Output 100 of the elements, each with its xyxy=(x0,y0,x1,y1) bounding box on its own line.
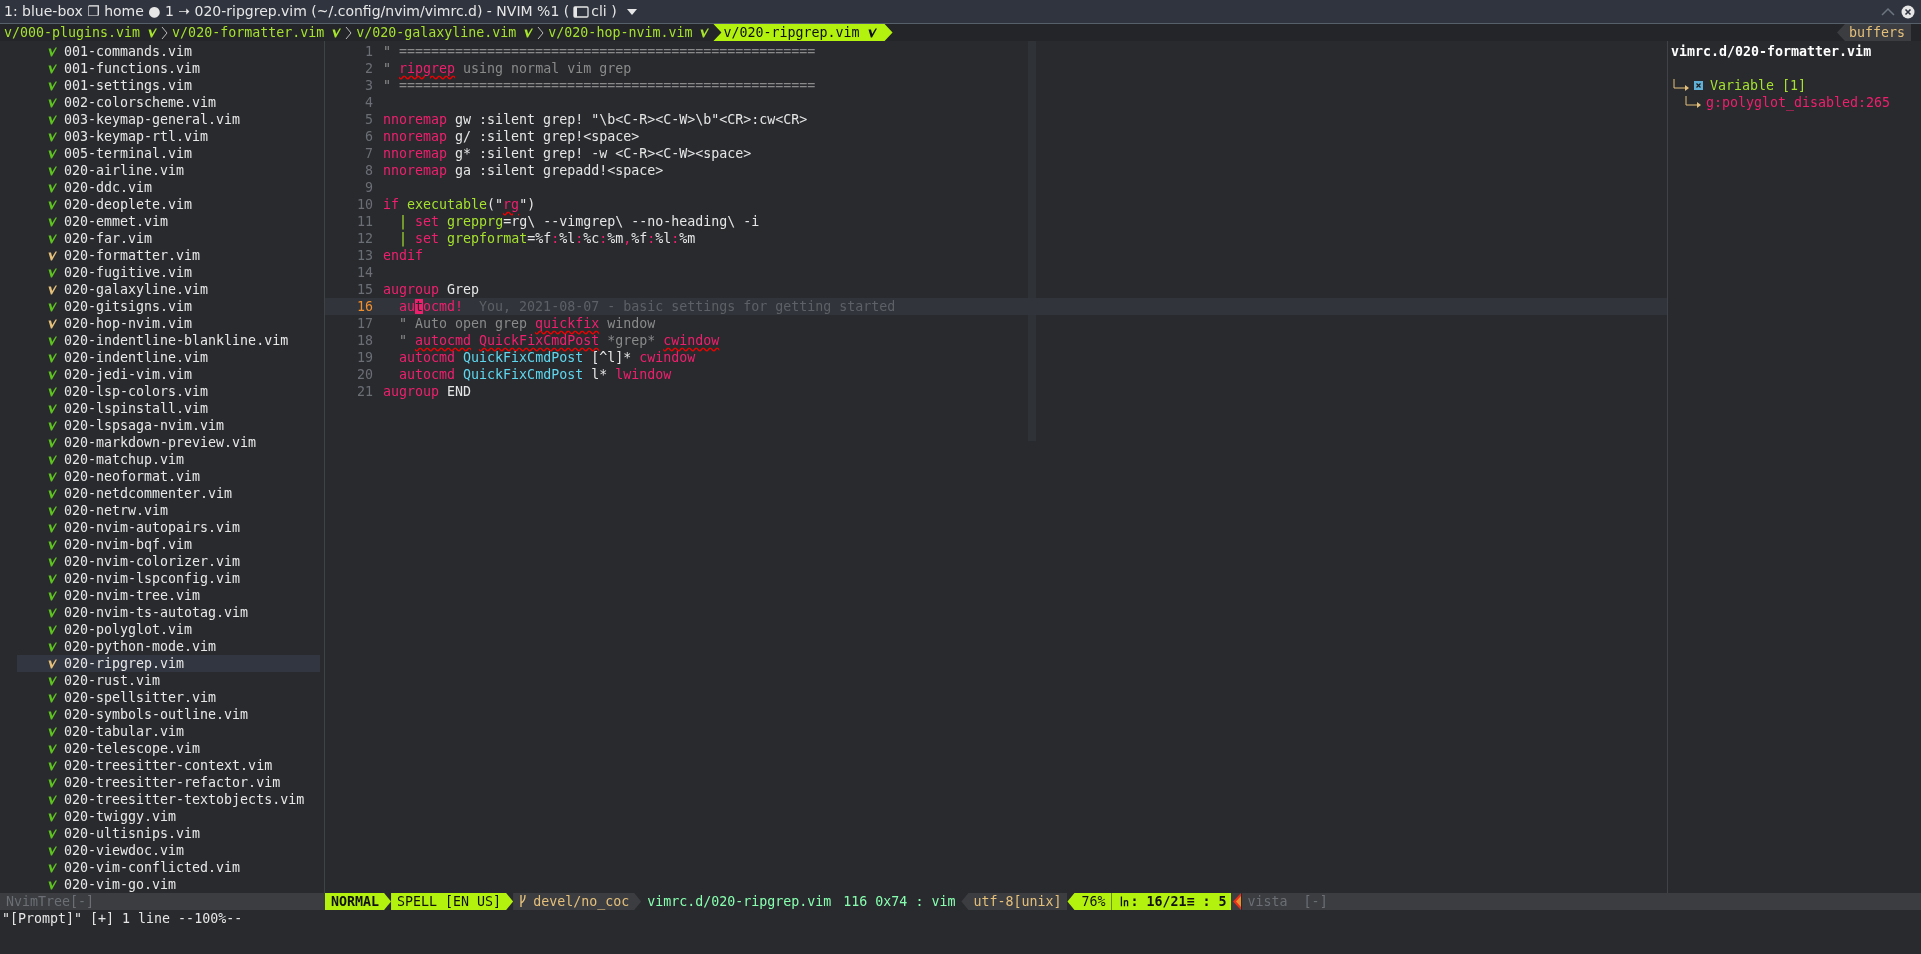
line-number: 19 xyxy=(356,349,374,366)
file-tree-item[interactable]: 020-rust.vim xyxy=(0,672,324,689)
file-tree-item[interactable]: 020-airline.vim xyxy=(0,162,324,179)
file-tree-item[interactable]: 020-polyglot.vim xyxy=(0,621,324,638)
file-tree-item[interactable]: 020-ripgrep.vim xyxy=(17,655,320,672)
file-tree-item[interactable]: 020-symbols-outline.vim xyxy=(0,706,324,723)
file-tree-item[interactable]: 020-ultisnips.vim xyxy=(0,825,324,842)
buffer-tab[interactable]: v/020-ripgrep.vim xyxy=(713,24,893,41)
file-tree-item[interactable]: 020-deoplete.vim xyxy=(0,196,324,213)
buffer-tab[interactable]: v/020-hop-nvim.vim xyxy=(544,24,714,41)
code-line: | set grepformat=%f:%l:%c:%m,%f:%l:%m xyxy=(398,231,696,246)
mode-indicator: NORMAL xyxy=(325,893,392,910)
code-line: autocmd QuickFixCmdPost [^l]* cwindow xyxy=(398,350,696,365)
file-tree-item[interactable]: 020-lspsaga-nvim.vim xyxy=(0,417,324,434)
line-number: 9 xyxy=(364,179,374,196)
file-tree-item[interactable]: 020-twiggy.vim xyxy=(0,808,324,825)
line-number: 20 xyxy=(356,366,374,383)
file-tree-item[interactable]: 020-nvim-ts-autotag.vim xyxy=(0,604,324,621)
file-info: 116 0x74 : vim xyxy=(842,893,957,910)
file-tree-item[interactable]: 020-lspinstall.vim xyxy=(0,400,324,417)
file-tree-item[interactable]: 020-fugitive.vim xyxy=(0,264,324,281)
buffers-label: buffers xyxy=(1836,24,1911,41)
separator-icon xyxy=(161,25,169,40)
file-tree-item[interactable]: 020-vim-go.vim xyxy=(0,876,324,893)
code-line: " autocmd QuickFixCmdPost *grep* cwindow xyxy=(398,333,720,348)
close-icon xyxy=(1901,4,1915,19)
chevron-up-icon xyxy=(1881,7,1895,16)
check-icon xyxy=(700,28,710,38)
spell-indicator: SPELL [EN US] xyxy=(391,893,514,910)
file-tree-item[interactable]: 020-tabular.vim xyxy=(0,723,324,740)
buffer-tab[interactable]: v/020-galaxyline.vim xyxy=(352,24,538,41)
file-tree-item[interactable]: 020-hop-nvim.vim xyxy=(0,315,324,332)
file-encoding: utf-8[unix] xyxy=(961,893,1068,910)
file-tree-item[interactable]: 020-nvim-lspconfig.vim xyxy=(0,570,324,587)
line-number: 13 xyxy=(356,247,374,264)
tree-connector-icon xyxy=(1671,78,1691,93)
file-tree-item[interactable]: 020-ddc.vim xyxy=(0,179,324,196)
check-icon xyxy=(148,28,158,38)
file-tree-item[interactable]: 020-treesitter-context.vim xyxy=(0,757,324,774)
outline-group[interactable]: Variable [1] xyxy=(1710,77,1807,94)
file-tree-item[interactable]: 020-vim-conflicted.vim xyxy=(0,859,324,876)
tree-connector-icon xyxy=(1683,95,1703,110)
file-tree-item[interactable]: 020-jedi-vim.vim xyxy=(0,366,324,383)
code-line: if executable("rg") xyxy=(383,197,536,212)
line-number: 6 xyxy=(364,128,374,145)
file-tree-item[interactable]: 001-commands.vim xyxy=(0,43,324,60)
file-tree-item[interactable]: 020-telescope.vim xyxy=(0,740,324,757)
window-icon xyxy=(573,5,590,18)
separator-icon xyxy=(537,25,545,40)
cursor-position: ㏑: 16/21≡ : 5 xyxy=(1111,893,1231,910)
file-tree-item[interactable]: 020-matchup.vim xyxy=(0,451,324,468)
file-tree-item[interactable]: 002-colorscheme.vim xyxy=(0,94,324,111)
line-number: 18 xyxy=(356,332,374,349)
file-tree-item[interactable]: 020-gitsigns.vim xyxy=(0,298,324,315)
separator-icon xyxy=(345,25,353,40)
code-line: endif xyxy=(383,248,424,263)
file-tree-item[interactable]: 020-nvim-bqf.vim xyxy=(0,536,324,553)
file-tree-item[interactable]: 020-nvim-tree.vim xyxy=(0,587,324,604)
file-path: vimrc.d/020-ripgrep.vim xyxy=(646,893,833,910)
file-tree-item[interactable]: 001-functions.vim xyxy=(0,60,324,77)
file-tree-item[interactable]: 020-formatter.vim xyxy=(0,247,324,264)
file-tree-item[interactable]: 020-far.vim xyxy=(0,230,324,247)
file-tree-item[interactable]: 020-netrw.vim xyxy=(0,502,324,519)
file-tree-item[interactable]: 020-indentline.vim xyxy=(0,349,324,366)
check-icon xyxy=(332,28,342,38)
file-tree-item[interactable]: 020-markdown-preview.vim xyxy=(0,434,324,451)
file-tree-item[interactable]: 020-treesitter-refactor.vim xyxy=(0,774,324,791)
file-tree-item[interactable]: 020-lsp-colors.vim xyxy=(0,383,324,400)
file-tree-item[interactable]: 020-spellsitter.vim xyxy=(0,689,324,706)
file-tree-item[interactable]: 020-netdcommenter.vim xyxy=(0,485,324,502)
file-tree-item[interactable]: 003-keymap-general.vim xyxy=(0,111,324,128)
file-tree-item[interactable]: 020-neoformat.vim xyxy=(0,468,324,485)
branch-icon xyxy=(519,895,528,907)
command-line: "[Prompt]" [+] 1 line --100%-- xyxy=(1,910,244,927)
file-tree-item[interactable]: 020-galaxyline.vim xyxy=(0,281,324,298)
file-tree-item[interactable]: 001-settings.vim xyxy=(0,77,324,94)
file-tree-item[interactable]: 020-viewdoc.vim xyxy=(0,842,324,859)
line-number: 5 xyxy=(364,111,374,128)
outline-item[interactable]: g:polyglot_disabled:265 xyxy=(1706,94,1891,111)
code-line: nnoremap gw :silent grep! "\b<C-R><C-W>\b"<CR>:cw<CR> xyxy=(383,112,808,127)
line-number: 4 xyxy=(364,94,374,111)
file-tree-item[interactable]: 003-keymap-rtl.vim xyxy=(0,128,324,145)
code-line: nnoremap ga :silent grepadd!<space> xyxy=(383,163,664,178)
line-number: 11 xyxy=(356,213,374,230)
code-line: " Auto open grep quickfix window xyxy=(398,316,656,331)
line-number: 21 xyxy=(356,383,374,400)
buffer-tab[interactable]: v/000-plugins.vim xyxy=(0,24,162,41)
file-tree-item[interactable]: 020-nvim-colorizer.vim xyxy=(0,553,324,570)
file-tree-item[interactable]: 020-emmet.vim xyxy=(0,213,324,230)
code-line: | set grepprg=rg\ --vimgrep\ --no-heading\ -i xyxy=(398,214,760,229)
code-line: augroup END xyxy=(383,384,472,399)
window-title-suffix: cli ) xyxy=(591,2,617,21)
file-tree-item[interactable]: 005-terminal.vim xyxy=(0,145,324,162)
file-tree-item[interactable]: 020-python-mode.vim xyxy=(0,638,324,655)
file-tree-item[interactable]: 020-indentline-blankline.vim xyxy=(0,332,324,349)
file-tree-item[interactable]: 020-treesitter-textobjects.vim xyxy=(0,791,324,808)
buffer-tab[interactable]: v/020-formatter.vim xyxy=(168,24,346,41)
end-marker-icon xyxy=(1230,893,1241,910)
line-number: 16 xyxy=(356,298,374,315)
file-tree-item[interactable]: 020-nvim-autopairs.vim xyxy=(0,519,324,536)
